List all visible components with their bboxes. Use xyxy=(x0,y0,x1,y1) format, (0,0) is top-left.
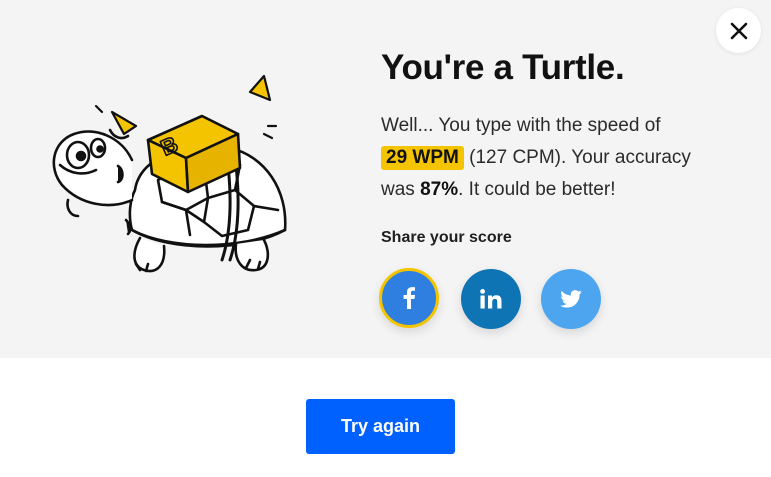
turtle-illustration: B xyxy=(52,74,287,273)
wpm-badge: 29 WPM xyxy=(381,146,464,170)
accuracy-value: 87% xyxy=(420,179,459,200)
accuracy-prefix: was xyxy=(381,179,415,200)
try-again-button[interactable]: Try again xyxy=(306,399,455,454)
close-icon xyxy=(730,22,747,39)
twitter-icon xyxy=(560,290,582,308)
share-linkedin-button[interactable] xyxy=(461,269,521,329)
result-panel: B You're a Turtle. Well... You type with… xyxy=(0,0,771,358)
linkedin-icon xyxy=(480,289,502,309)
desc-prefix: Well... You type with the speed of xyxy=(381,115,661,136)
share-label: Share your score xyxy=(381,229,512,246)
result-title: You're a Turtle. xyxy=(381,48,625,87)
share-twitter-button[interactable] xyxy=(541,269,601,329)
accuracy-suffix: . It could be better! xyxy=(458,179,616,200)
share-facebook-button[interactable] xyxy=(379,268,439,328)
facebook-icon xyxy=(403,287,415,309)
close-button[interactable] xyxy=(716,8,761,53)
cpm-text: (127 CPM). Your accuracy xyxy=(469,147,691,168)
result-description: Well... You type with the speed of 29 WP… xyxy=(381,110,731,206)
